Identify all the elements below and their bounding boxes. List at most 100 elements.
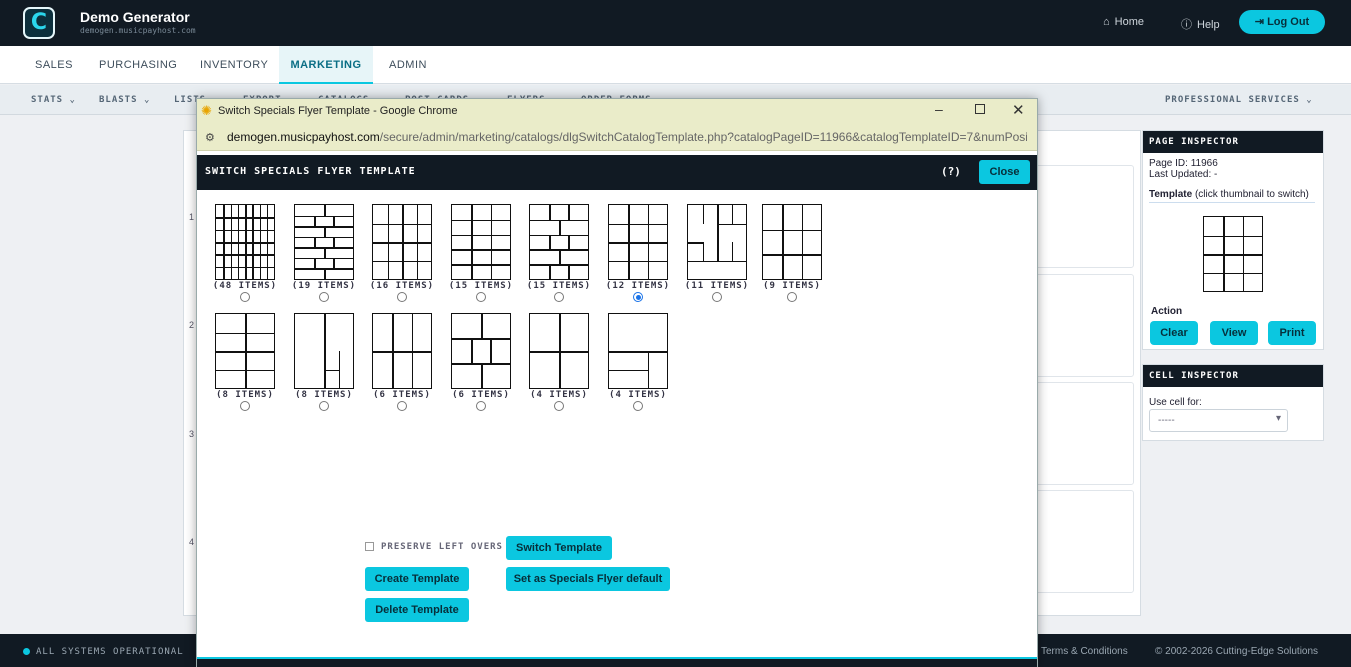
maximize-icon[interactable] (975, 104, 985, 114)
template-radio[interactable] (787, 292, 797, 302)
template-thumbnail[interactable] (608, 204, 668, 280)
template-item-count: (4 ITEMS) (609, 390, 667, 400)
top-bar: C Demo Generator demogen.musicpayhost.co… (0, 0, 1351, 46)
template-line (324, 226, 326, 237)
home-link[interactable]: ⌂ Home (1103, 16, 1144, 28)
template-thumbnail[interactable] (529, 313, 589, 389)
template-thumbnail[interactable] (294, 204, 354, 280)
subnav-blasts[interactable]: BLASTS ⌄ (99, 95, 150, 105)
tab-inventory[interactable]: INVENTORY (200, 46, 268, 84)
logout-label: Log Out (1267, 16, 1310, 28)
template-line (324, 369, 339, 371)
minimize-icon[interactable]: – (935, 101, 943, 117)
template-line (216, 242, 274, 244)
template-item-count: (4 ITEMS) (530, 390, 588, 400)
template-radio[interactable] (397, 401, 407, 411)
template-radio[interactable] (240, 292, 250, 302)
dialog-bottom-bar (197, 657, 1037, 667)
template-line (490, 338, 492, 364)
view-button[interactable]: View (1210, 321, 1258, 345)
page-id: Page ID: 11966 (1149, 158, 1218, 169)
chevron-down-icon: ⌄ (69, 95, 76, 105)
subnav-professional-services[interactable]: PROFESSIONAL SERVICES ⌄ (1165, 95, 1313, 105)
template-thumbnail[interactable] (687, 204, 747, 280)
template-radio[interactable] (240, 401, 250, 411)
logout-button[interactable]: ⇥ Log Out (1239, 10, 1325, 34)
template-radio[interactable] (476, 401, 486, 411)
terms-link[interactable]: Terms & Conditions (1041, 646, 1128, 657)
print-button[interactable]: Print (1268, 321, 1316, 345)
template-thumbnail[interactable] (608, 313, 668, 389)
help-link[interactable]: ⓘ Help (1181, 16, 1220, 32)
row-number: 1 (189, 212, 195, 222)
tab-sales[interactable]: SALES (35, 46, 73, 84)
template-line (801, 205, 804, 279)
dialog-close-button[interactable]: Close (979, 160, 1030, 184)
app-logo-icon[interactable]: C (23, 7, 55, 39)
template-radio[interactable] (319, 401, 329, 411)
current-template-thumbnail[interactable] (1203, 216, 1263, 292)
tab-admin[interactable]: ADMIN (389, 46, 427, 84)
template-radio[interactable] (712, 292, 722, 302)
template-line (333, 215, 335, 227)
template-line (530, 234, 588, 237)
create-template-button[interactable]: Create Template (365, 567, 469, 591)
template-line (471, 205, 473, 279)
template-line (452, 249, 510, 251)
set-default-button[interactable]: Set as Specials Flyer default (506, 567, 670, 591)
template-radio[interactable] (554, 292, 564, 302)
help-question-icon[interactable]: (?) (941, 165, 961, 178)
template-thumbnail[interactable] (451, 313, 511, 389)
template-thumbnail[interactable] (372, 204, 432, 280)
window-close-icon[interactable]: ✕ (1012, 101, 1025, 119)
template-thumbnail[interactable] (294, 313, 354, 389)
chevron-down-icon: ⌄ (1306, 95, 1313, 105)
template-radio[interactable] (319, 292, 329, 302)
site-info-icon[interactable]: ⚙ (205, 131, 215, 144)
switch-template-button[interactable]: Switch Template (506, 536, 612, 560)
template-thumbnail[interactable] (762, 204, 822, 280)
template-line (324, 314, 326, 351)
template-radio[interactable] (633, 401, 643, 411)
template-line (609, 242, 667, 244)
template-item-count: (15 ITEMS) (448, 281, 514, 291)
template-line (688, 242, 703, 244)
popup-address-bar[interactable]: ⚙ demogen.musicpayhost.com/secure/admin/… (197, 124, 1037, 151)
template-radio[interactable] (554, 401, 564, 411)
subnav-stats[interactable]: STATS ⌄ (31, 95, 76, 105)
template-line (731, 242, 733, 261)
template-line (688, 260, 746, 262)
url-host: demogen.musicpayhost.com (227, 130, 380, 144)
use-cell-for-select[interactable]: ----- ▾ (1149, 409, 1288, 432)
template-radio[interactable] (476, 292, 486, 302)
template-item-count: (12 ITEMS) (605, 281, 671, 291)
template-item-count: (48 ITEMS) (212, 281, 278, 291)
template-line (549, 234, 551, 250)
template-thumbnail[interactable] (215, 204, 275, 280)
home-icon: ⌂ (1103, 16, 1110, 28)
template-item-count: (19 ITEMS) (291, 281, 357, 291)
subnav-professional-services-label: PROFESSIONAL SERVICES (1165, 95, 1300, 105)
template-line (324, 268, 326, 279)
status-dot-icon (23, 648, 30, 655)
popup-url: demogen.musicpayhost.com/secure/admin/ma… (227, 130, 1027, 144)
template-line (549, 205, 551, 220)
clear-button[interactable]: Clear (1150, 321, 1198, 345)
chevron-down-icon: ⌄ (143, 95, 151, 105)
template-thumbnail[interactable] (529, 204, 589, 280)
template-hint: (click thumbnail to switch) (1194, 189, 1309, 200)
template-radio[interactable] (397, 292, 407, 302)
template-line (373, 260, 431, 262)
template-line (782, 205, 784, 279)
tab-marketing[interactable]: MARKETING (279, 46, 373, 84)
template-thumbnail[interactable] (215, 313, 275, 389)
template-item-count: (16 ITEMS) (369, 281, 435, 291)
template-line (549, 264, 551, 279)
template-thumbnail[interactable] (372, 313, 432, 389)
preserve-left-overs-checkbox[interactable] (365, 542, 374, 551)
delete-template-button[interactable]: Delete Template (365, 598, 469, 622)
tab-purchasing[interactable]: PURCHASING (99, 46, 177, 84)
template-thumbnail[interactable] (451, 204, 511, 280)
action-label: Action (1151, 306, 1183, 317)
template-radio[interactable] (633, 292, 643, 302)
